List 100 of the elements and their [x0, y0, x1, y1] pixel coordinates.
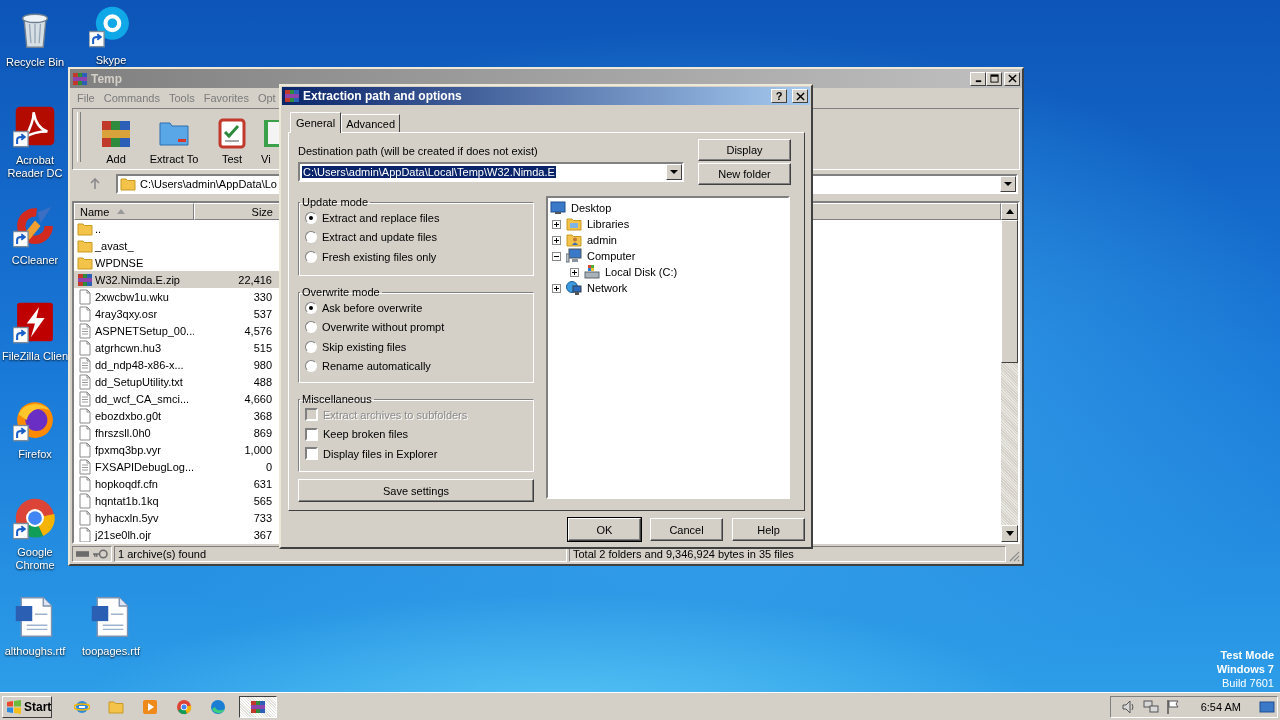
file-row[interactable]: WPDNSE	[74, 254, 280, 271]
file-row[interactable]: hqntat1b.1kq 565	[74, 492, 280, 509]
option-label[interactable]: Fresh existing files only	[322, 250, 437, 263]
file-row[interactable]: _avast_	[74, 237, 280, 254]
toolbar-button[interactable]: Test	[203, 117, 261, 165]
desktop-icon-label[interactable]: Acrobat Reader DC	[0, 154, 70, 180]
show-desktop-icon[interactable]	[1259, 698, 1275, 715]
file-row[interactable]: dd_SetupUtility.txt 488	[74, 373, 280, 390]
file-size: 515	[253, 341, 272, 354]
desktop-icon-label[interactable]: Firefox	[0, 448, 70, 461]
radio-button[interactable]	[305, 360, 317, 373]
scroll-down-button[interactable]	[1001, 525, 1018, 542]
key-icon	[93, 549, 108, 559]
toolbar-button[interactable]: Extract To	[145, 117, 203, 165]
file-row[interactable]: ASPNETSetup_00... 4,576	[74, 322, 280, 339]
tree-item[interactable]: Desktop	[571, 202, 612, 214]
checkbox[interactable]	[305, 447, 318, 461]
tree-item[interactable]: Local Disk (C:)	[605, 266, 678, 278]
radio-button[interactable]	[305, 301, 317, 314]
tree-item[interactable]: Libraries	[587, 218, 630, 230]
dialog-button[interactable]: OK	[568, 518, 641, 541]
up-arrow-icon	[89, 178, 101, 190]
vertical-scrollbar[interactable]	[1001, 203, 1018, 542]
file-name: hopkoqdf.cfn	[95, 477, 158, 490]
help-button[interactable]: ?	[771, 89, 787, 103]
tab[interactable]: Advanced	[341, 114, 401, 132]
radio-button[interactable]	[305, 231, 317, 244]
desktop-icon-label[interactable]: Skype	[76, 54, 146, 67]
desktop-icon-label[interactable]: CCleaner	[0, 254, 70, 267]
browser-icon	[74, 698, 90, 715]
dropdown-button[interactable]	[666, 164, 682, 180]
file-row[interactable]: W32.Nimda.E.zip 22,416	[74, 271, 280, 288]
expander-icon[interactable]	[552, 219, 561, 229]
start-button[interactable]: Start	[2, 695, 52, 718]
tree-item[interactable]: Computer	[587, 250, 636, 262]
flag-icon[interactable]	[1164, 698, 1181, 715]
file-row[interactable]: dd_wcf_CA_smci... 4,660	[74, 390, 280, 407]
option-label[interactable]: Skip existing files	[322, 340, 407, 353]
dialog-button[interactable]: New folder	[698, 163, 791, 185]
close-button[interactable]	[792, 89, 808, 103]
file-row[interactable]: fhrszsll.0h0 869	[74, 424, 280, 441]
resize-grip-icon[interactable]	[1008, 550, 1020, 562]
radio-button[interactable]	[305, 321, 317, 334]
radio-button[interactable]	[305, 340, 317, 353]
file-row[interactable]: atgrhcwn.hu3 515	[74, 339, 280, 356]
expander-icon[interactable]	[552, 235, 561, 245]
desktop-icon-label[interactable]: FileZilla Clien	[0, 350, 70, 363]
expander-icon[interactable]	[552, 251, 561, 261]
option-label[interactable]: Rename automatically	[322, 360, 431, 373]
minimize-button[interactable]	[970, 71, 986, 86]
option-label[interactable]: Ask before overwrite	[322, 301, 423, 314]
option-label[interactable]: Extract and update files	[322, 231, 437, 244]
option-label[interactable]: Display files in Explorer	[323, 447, 438, 460]
option-label[interactable]: Keep broken files	[323, 428, 408, 441]
dialog-button[interactable]: Cancel	[650, 518, 723, 541]
file-name: hyhacxln.5yv	[95, 511, 159, 524]
file-row[interactable]: fpxmq3bp.vyr 1,000	[74, 441, 280, 458]
network-icon[interactable]	[1142, 698, 1159, 715]
path-field[interactable]: C:\Users\admin\AppData\Local\Temp\W32.Nimda.E	[298, 162, 684, 182]
option-label[interactable]: Overwrite without prompt	[322, 321, 445, 334]
folder-icon	[77, 220, 93, 237]
maximize-button[interactable]	[986, 71, 1002, 86]
option-label[interactable]: Extract and replace files	[322, 211, 440, 224]
dialog-button[interactable]: Display	[698, 139, 791, 161]
file-row[interactable]: dd_ndp48-x86-x... 980	[74, 356, 280, 373]
file-row[interactable]: ..	[74, 220, 280, 237]
file-row[interactable]: FXSAPIDebugLog... 0	[74, 458, 280, 475]
save-settings-button[interactable]: Save settings	[298, 479, 534, 502]
radio-button[interactable]	[305, 250, 317, 263]
close-button[interactable]	[1004, 71, 1020, 86]
expander-icon[interactable]	[570, 267, 579, 277]
checkbox[interactable]	[305, 427, 318, 441]
toolbar-button[interactable]: Add	[87, 117, 145, 165]
column-header[interactable]: Name	[74, 203, 194, 220]
tree-item[interactable]: admin	[587, 234, 617, 246]
app-icon[interactable]	[13, 104, 57, 148]
file-row[interactable]: hopkoqdf.cfn 631	[74, 475, 280, 492]
file-row[interactable]: 2xwcbw1u.wku 330	[74, 288, 280, 305]
tree-item[interactable]: Network	[587, 282, 628, 294]
close-icon	[795, 91, 805, 101]
speaker-icon[interactable]	[1120, 698, 1137, 715]
desktop-icon-label[interactable]: Google Chrome	[0, 546, 70, 572]
file-row[interactable]: hyhacxln.5yv 733	[74, 509, 280, 526]
file-row[interactable]: 4ray3qxy.osr 537	[74, 305, 280, 322]
file-name: atgrhcwn.hu3	[95, 341, 162, 354]
scroll-up-button[interactable]	[1001, 203, 1018, 220]
column-header[interactable]: Size	[194, 203, 280, 220]
desktop-icon-label[interactable]: Recycle Bin	[0, 56, 70, 69]
text-file-icon	[77, 322, 93, 339]
clock[interactable]: 6:54 AM	[1200, 700, 1241, 713]
browser-icon[interactable]	[13, 496, 57, 540]
scrollbar-thumb[interactable]	[1001, 220, 1018, 363]
taskbar-button[interactable]	[239, 695, 277, 718]
file-row[interactable]: j21se0lh.ojr 367	[74, 526, 280, 542]
file-row[interactable]: ebozdxbo.g0t 368	[74, 407, 280, 424]
expander-icon[interactable]	[552, 283, 561, 293]
dialog-button[interactable]: Help	[732, 518, 805, 541]
dropdown-button[interactable]	[1000, 176, 1016, 192]
tab[interactable]: General	[290, 112, 342, 133]
radio-button[interactable]	[305, 211, 317, 224]
